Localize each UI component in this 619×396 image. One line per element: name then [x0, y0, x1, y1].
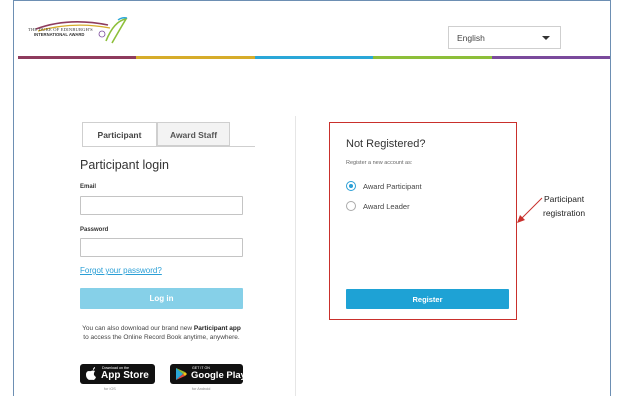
app-promo-text-pre: You can also download our brand new [82, 325, 194, 332]
registration-panel: Not Registered? Register a new account a… [329, 122, 517, 320]
google-play-badge[interactable]: GET IT ON Google Play [170, 364, 246, 384]
annotation-line2: registration [543, 208, 586, 218]
award-logo[interactable]: THE DUKE OF EDINBURGH'S INTERNATIONAL AW… [28, 15, 138, 45]
brand-color-bar [18, 56, 611, 59]
header: THE DUKE OF EDINBURGH'S INTERNATIONAL AW… [14, 1, 611, 59]
logo-text-line2: INTERNATIONAL AWARD [34, 32, 85, 37]
app-store-sub: for iOS [104, 387, 116, 391]
language-select[interactable]: English [448, 26, 561, 49]
login-tabs: Participant Award Staff [82, 122, 230, 146]
tab-participant[interactable]: Participant [82, 122, 157, 146]
radio-button[interactable] [346, 181, 356, 191]
annotation-arrow-icon [517, 197, 543, 223]
chevron-down-icon [542, 36, 550, 40]
google-play-icon [176, 368, 187, 380]
registration-title: Not Registered? [346, 138, 426, 150]
password-label: Password [80, 227, 109, 233]
registration-subtitle: Register a new account as: [346, 160, 413, 166]
forgot-password-link[interactable]: Forgot your password? [80, 266, 162, 275]
google-play-big-text: Google Play [191, 370, 246, 381]
color-bar-segment [136, 56, 255, 59]
login-button[interactable]: Log in [80, 288, 243, 309]
language-select-value: English [457, 33, 485, 43]
radio-button[interactable] [346, 201, 356, 211]
radio-label: Award Leader [363, 201, 410, 211]
radio-label: Award Participant [363, 181, 422, 191]
app-promo-text-bold: Participant app [193, 325, 241, 332]
login-title: Participant login [80, 158, 169, 172]
tabs-underline [82, 146, 255, 147]
color-bar-segment [373, 56, 492, 59]
annotation-line1: Participant [543, 194, 585, 204]
app-window: THE DUKE OF EDINBURGH'S INTERNATIONAL AW… [13, 0, 611, 396]
color-bar-segment [491, 56, 611, 59]
app-promo-text: You can also download our brand new Part… [80, 324, 243, 342]
tab-award-staff[interactable]: Award Staff [157, 122, 230, 146]
color-bar-segment [18, 56, 137, 59]
radio-award-participant[interactable]: Award Participant [346, 181, 422, 191]
annotation-label: Participant registration [543, 192, 585, 220]
panel-divider [295, 116, 296, 396]
email-field[interactable] [80, 196, 243, 215]
email-label: Email [80, 184, 97, 190]
apple-icon [86, 367, 96, 380]
register-button[interactable]: Register [346, 289, 509, 309]
google-play-sub: for Android [192, 387, 211, 391]
app-promo-text-post: to access the Online Record Book anytime… [83, 334, 240, 341]
password-field[interactable] [80, 238, 243, 257]
app-store-badge[interactable]: Download on the App Store [80, 364, 155, 384]
radio-award-leader[interactable]: Award Leader [346, 201, 410, 211]
app-store-big-text: App Store [101, 370, 149, 381]
color-bar-segment [254, 56, 374, 59]
